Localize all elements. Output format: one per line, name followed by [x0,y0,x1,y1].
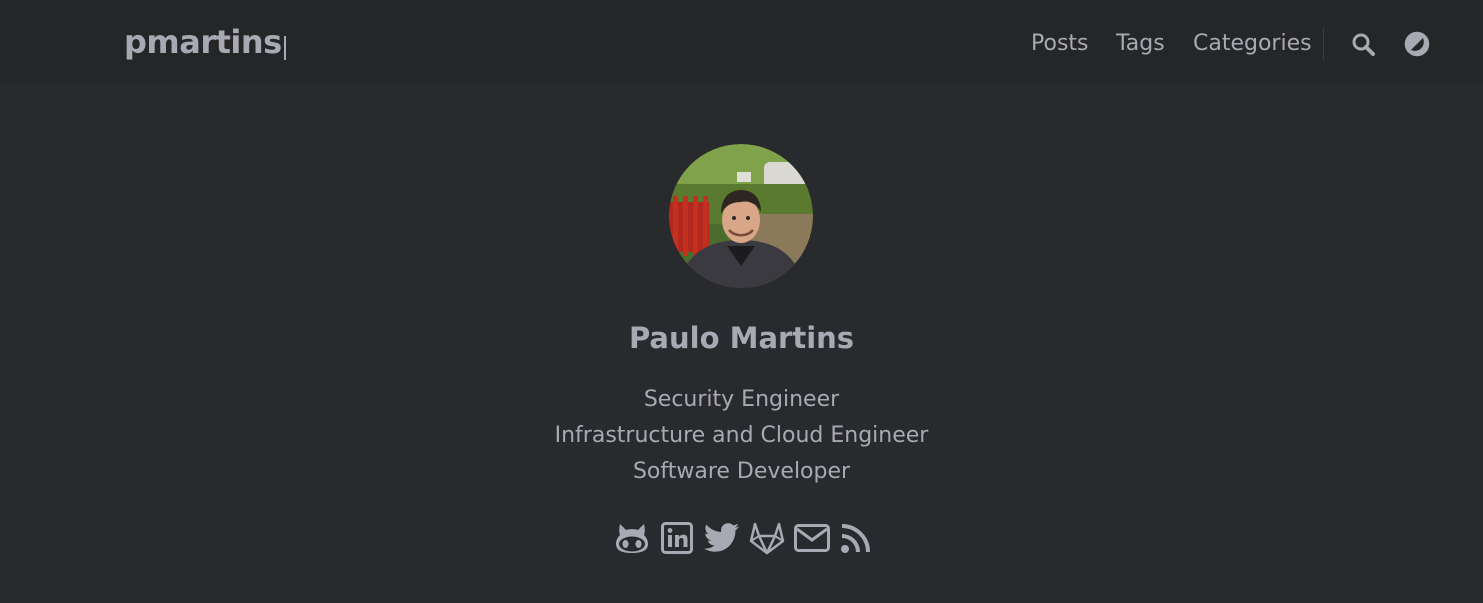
role-item: Software Developer [632,459,851,484]
nav-tags[interactable]: Tags [1116,27,1193,61]
profile-section: Paulo Martins Security Engineer Infrastr… [0,84,1483,603]
logo-text: pmartins [124,23,282,61]
social-links [609,518,879,558]
nav-categories[interactable]: Categories [1193,27,1312,61]
role-item: Infrastructure and Cloud Engineer [554,423,929,448]
role-item: Security Engineer [643,387,840,412]
email-icon[interactable] [789,518,834,558]
site-header: pmartins Posts Tags Categories [0,0,1483,84]
linkedin-icon[interactable] [654,518,699,558]
theme-toggle-icon[interactable] [1404,31,1430,57]
profile-name: Paulo Martins [628,321,855,355]
nav-divider [1323,28,1324,60]
gitlab-icon[interactable] [744,518,789,558]
github-icon[interactable] [609,518,654,558]
twitter-icon[interactable] [699,518,744,558]
profile-roles: Security Engineer Infrastructure and Clo… [0,382,1483,490]
main-nav: Posts Tags Categories [1031,27,1430,61]
site-logo[interactable]: pmartins [124,22,286,62]
logo-cursor [283,36,286,60]
search-icon[interactable] [1350,31,1376,57]
rss-icon[interactable] [834,518,879,558]
nav-posts[interactable]: Posts [1031,27,1116,61]
avatar [669,144,813,288]
